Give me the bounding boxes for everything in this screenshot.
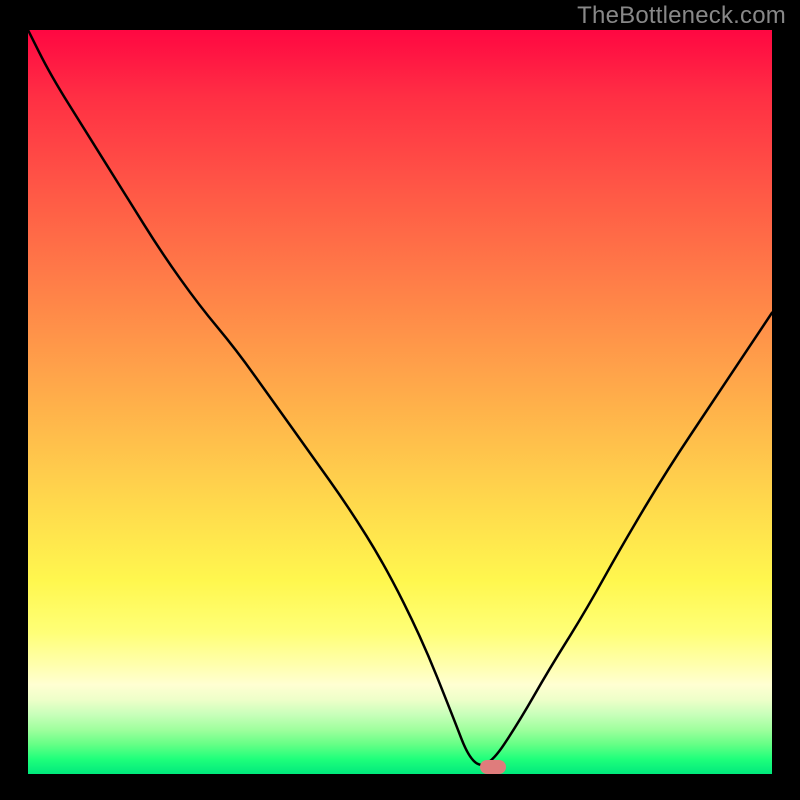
bottleneck-curve [28,30,772,774]
watermark-label: TheBottleneck.com [577,2,786,30]
chart-frame: TheBottleneck.com [0,0,800,800]
plot-area [28,30,772,774]
optimum-marker [480,760,506,774]
